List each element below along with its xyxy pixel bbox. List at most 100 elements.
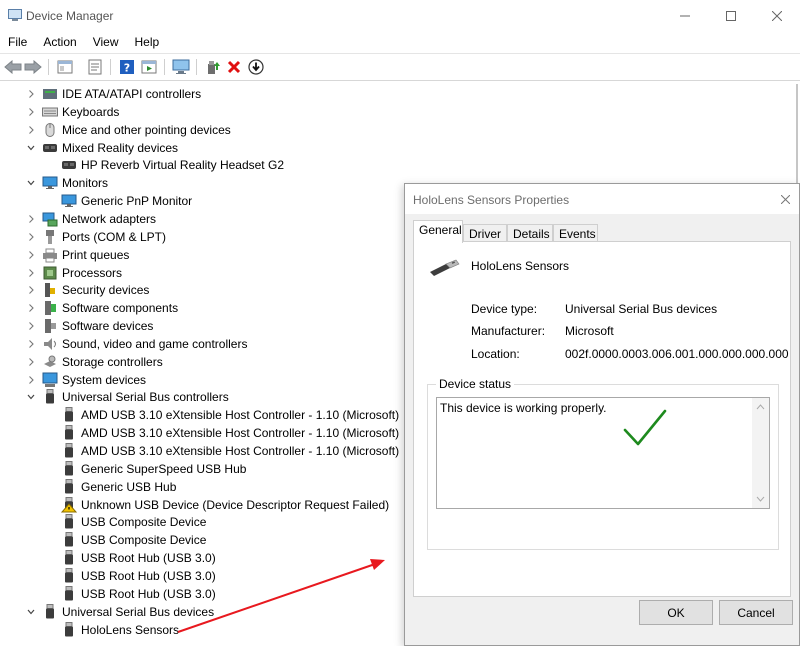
chevron-right-icon[interactable] — [26, 321, 36, 331]
tree-device-row[interactable]: USB Root Hub (USB 3.0) — [0, 549, 400, 567]
chevron-right-icon[interactable] — [26, 89, 36, 99]
tree-device-row[interactable]: HP Reverb Virtual Reality Headset G2 — [0, 156, 400, 174]
chevron-down-icon[interactable] — [26, 178, 36, 188]
ok-button[interactable]: OK — [639, 600, 713, 625]
tree-category-row[interactable]: Storage controllers — [0, 353, 400, 371]
menu-file[interactable]: File — [0, 32, 35, 52]
tree-device-row[interactable]: USB Root Hub (USB 3.0) — [0, 585, 400, 603]
uninstall-device-button[interactable] — [225, 58, 243, 76]
disable-device-button[interactable] — [247, 58, 265, 76]
tree-category-row[interactable]: System devices — [0, 371, 400, 389]
tree-item-label: Print queues — [62, 247, 130, 262]
usb-icon — [61, 567, 77, 584]
action-pane-button[interactable] — [140, 58, 158, 76]
tree-category-row[interactable]: Mixed Reality devices — [0, 139, 400, 157]
device-status-text: This device is working properly. — [440, 401, 607, 415]
manufacturer-label: Manufacturer: — [471, 324, 546, 338]
tree-category-row[interactable]: Software devices — [0, 317, 400, 335]
close-button[interactable] — [754, 0, 800, 32]
software-device-icon — [42, 318, 58, 334]
menu-help[interactable]: Help — [127, 32, 168, 52]
chevron-right-icon[interactable] — [26, 285, 36, 295]
tree-category-row[interactable]: Universal Serial Bus controllers — [0, 388, 400, 406]
software-component-icon — [42, 300, 58, 316]
chevron-right-icon[interactable] — [26, 268, 36, 278]
properties-button[interactable] — [86, 58, 104, 76]
tree-item-label: Unknown USB Device (Device Descriptor Re… — [81, 497, 390, 512]
chevron-right-icon[interactable] — [26, 125, 36, 135]
tree-category-row[interactable]: Security devices — [0, 281, 400, 299]
update-driver-button[interactable] — [204, 58, 222, 76]
scroll-up-icon — [756, 404, 765, 410]
toolbar-separator — [48, 59, 49, 75]
chevron-right-icon[interactable] — [26, 375, 36, 385]
tab-events[interactable]: Events — [553, 224, 598, 242]
tree-device-row[interactable]: Generic USB Hub — [0, 478, 400, 496]
chevron-right-icon[interactable] — [26, 339, 36, 349]
tree-category-row[interactable]: Ports (COM & LPT) — [0, 228, 400, 246]
show-hide-console-tree-button[interactable] — [56, 58, 74, 76]
tree-item-label: Monitors — [62, 176, 109, 191]
tree-device-row[interactable]: USB Composite Device — [0, 513, 400, 531]
tree-category-row[interactable]: Universal Serial Bus devices — [0, 603, 400, 621]
window-title: Device Manager — [26, 9, 114, 23]
tree-device-row[interactable]: AMD USB 3.10 eXtensible Host Controller … — [0, 424, 400, 442]
tree-category-row[interactable]: Keyboards — [0, 103, 400, 121]
chevron-right-icon[interactable] — [26, 232, 36, 242]
cancel-button[interactable]: Cancel — [719, 600, 793, 625]
dialog-title-bar: HoloLens Sensors Properties — [405, 184, 799, 214]
scan-hardware-changes-button[interactable] — [172, 58, 190, 76]
usb-warning-icon — [60, 496, 78, 513]
tree-category-row[interactable]: Software components — [0, 299, 400, 317]
tree-device-row[interactable]: HoloLens Sensors — [0, 621, 400, 639]
back-button[interactable] — [4, 58, 22, 76]
tree-device-row[interactable]: Generic SuperSpeed USB Hub — [0, 460, 400, 478]
menu-action[interactable]: Action — [35, 32, 84, 52]
maximize-button[interactable] — [708, 0, 754, 32]
tab-general[interactable]: General — [413, 220, 463, 243]
tab-details[interactable]: Details — [507, 224, 553, 242]
tree-category-row[interactable]: Print queues — [0, 246, 400, 264]
storage-icon — [42, 354, 58, 370]
status-scrollbar[interactable] — [752, 398, 769, 508]
chevron-down-icon[interactable] — [26, 143, 36, 153]
tree-category-row[interactable]: Sound, video and game controllers — [0, 335, 400, 353]
tree-device-row[interactable]: USB Composite Device — [0, 531, 400, 549]
chevron-right-icon[interactable] — [26, 250, 36, 260]
tree-device-row[interactable]: AMD USB 3.10 eXtensible Host Controller … — [0, 406, 400, 424]
tree-device-row[interactable]: AMD USB 3.10 eXtensible Host Controller … — [0, 442, 400, 460]
forward-button[interactable] — [24, 58, 42, 76]
tree-category-row[interactable]: Mice and other pointing devices — [0, 121, 400, 139]
back-arrow-icon — [4, 60, 22, 74]
green-check-icon — [623, 409, 667, 446]
menu-view[interactable]: View — [85, 32, 127, 52]
chevron-down-icon[interactable] — [26, 607, 36, 617]
tree-item-label: Sound, video and game controllers — [62, 336, 248, 351]
tree-category-row[interactable]: Monitors — [0, 174, 400, 192]
tree-category-row[interactable]: IDE ATA/ATAPI controllers — [0, 85, 400, 103]
help-button[interactable]: ? — [118, 58, 136, 76]
tab-driver[interactable]: Driver — [463, 224, 507, 242]
minimize-button[interactable] — [662, 0, 708, 32]
tree-category-row[interactable]: Processors — [0, 264, 400, 282]
tree-device-row[interactable]: USB Root Hub (USB 3.0) — [0, 567, 400, 585]
mouse-icon — [42, 122, 58, 138]
usb-icon — [61, 514, 77, 530]
ide-controller-icon — [42, 86, 58, 102]
chevron-right-icon[interactable] — [26, 357, 36, 367]
chevron-right-icon[interactable] — [26, 107, 36, 117]
chevron-right-icon[interactable] — [26, 214, 36, 224]
chevron-right-icon[interactable] — [26, 303, 36, 313]
chevron-down-icon[interactable] — [26, 392, 36, 402]
usb-icon — [61, 621, 77, 638]
tree-item-label: USB Root Hub (USB 3.0) — [81, 586, 216, 601]
tree-item-label: Network adapters — [62, 211, 157, 226]
tree-device-row[interactable]: Unknown USB Device (Device Descriptor Re… — [0, 496, 400, 514]
scroll-down-icon — [756, 496, 765, 502]
tree-scrollbar[interactable] — [793, 84, 800, 184]
tree-device-row[interactable]: Generic PnP Monitor — [0, 192, 400, 210]
dialog-close-button[interactable] — [775, 190, 795, 208]
tree-category-row[interactable]: Network adapters — [0, 210, 400, 228]
device-status-textbox[interactable]: This device is working properly. — [436, 397, 770, 509]
maximize-icon — [726, 11, 736, 21]
